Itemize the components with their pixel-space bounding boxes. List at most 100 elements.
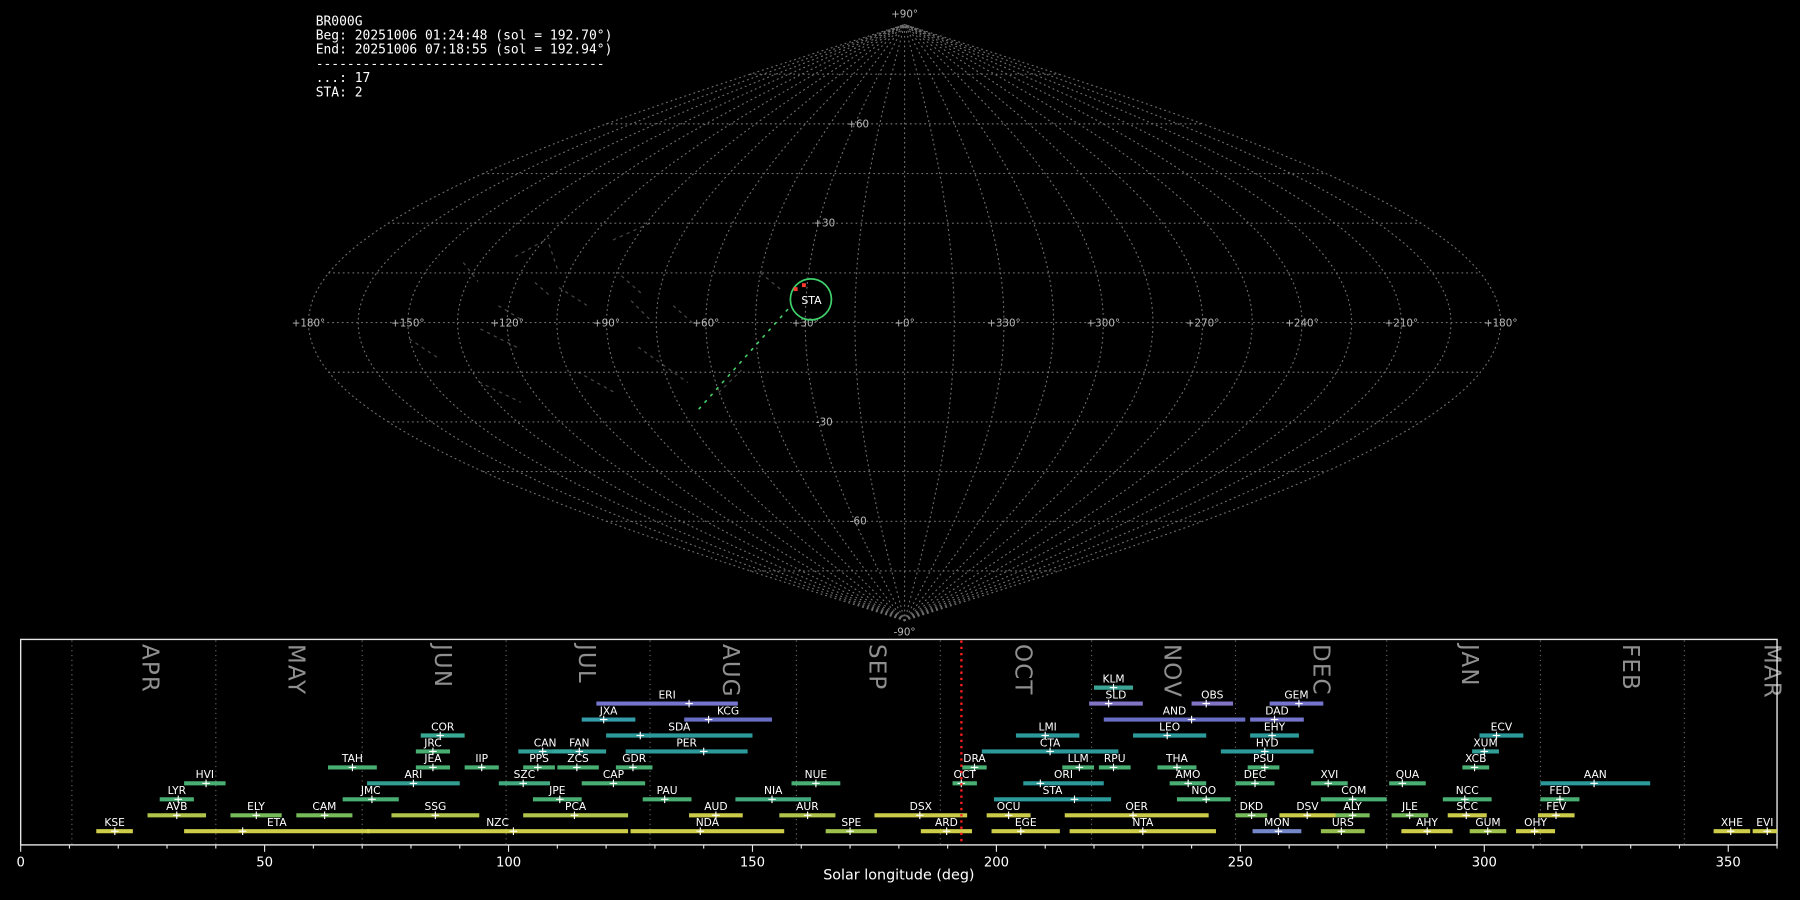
meteor-trail — [479, 382, 520, 402]
shower-label: AUD — [704, 800, 727, 813]
shower-label: SSG — [424, 800, 446, 813]
shower-label: EHY — [1264, 720, 1286, 733]
lat-label: -60 — [850, 516, 867, 528]
shower-label: PCA — [565, 800, 587, 813]
shower-label: NTA — [1132, 816, 1154, 829]
meteor-trail — [761, 273, 781, 290]
shower-XHE: XHE — [1714, 816, 1751, 835]
shower-label: RPU — [1104, 752, 1126, 765]
shower-SPE: SPE — [826, 816, 877, 835]
meteor-trail — [559, 288, 587, 306]
shower-label: OER — [1125, 800, 1148, 813]
observation-info-block: BR000G Beg: 20251006 01:24:48 (sol = 192… — [316, 14, 613, 100]
month-label: SEP — [863, 644, 889, 690]
lon-label: +0° — [894, 317, 914, 329]
x-axis-label: Solar longitude (deg) — [823, 867, 974, 883]
shower-label: DAD — [1265, 704, 1289, 717]
shower-label: AMO — [1175, 768, 1200, 781]
shower-label: PSU — [1253, 752, 1274, 765]
meteor-trail — [464, 263, 478, 281]
sky-map: +180°+150°+120°+90°+60°+30°+0°+330°+300°… — [292, 9, 1518, 639]
shower-SLD: SLD — [1089, 688, 1143, 707]
shower-label: GDR — [622, 752, 646, 765]
shower-label: JEA — [423, 752, 442, 765]
shower-label: KCG — [717, 704, 739, 717]
shower-label: LLM — [1068, 752, 1089, 765]
shower-label: KSE — [104, 816, 125, 829]
obs-begin-line: Beg: 20251006 01:24:48 (sol = 192.70°) — [316, 28, 613, 43]
lon-label: +90° — [593, 317, 620, 329]
shower-label: PAU — [657, 784, 678, 797]
month-label: MAY — [283, 644, 309, 695]
shower-label: CTA — [1040, 736, 1061, 749]
shower-DKD: DKD — [1235, 800, 1267, 819]
meteor-trail — [481, 329, 517, 347]
shower-label: AND — [1163, 704, 1186, 717]
activity-chart: Solar longitude (deg) APRMAYJUNJULAUGSEP… — [16, 639, 1784, 883]
station-id: BR000G — [316, 14, 363, 29]
shower-OBS: OBS — [1192, 688, 1233, 707]
sporadic-trails — [410, 222, 781, 402]
shower-label: FED — [1549, 784, 1570, 797]
shower-label: ELY — [247, 800, 265, 813]
obs-end-line: End: 20251006 07:18:55 (sol = 192.94°) — [316, 43, 613, 58]
shower-label: SCC — [1456, 800, 1478, 813]
shower-label: LEO — [1159, 720, 1180, 733]
month-label: JAN — [1456, 642, 1482, 687]
shower-label: TAH — [341, 752, 363, 765]
shower-label: QUA — [1396, 768, 1420, 781]
shower-label: LMI — [1039, 720, 1057, 733]
shower-label: NZC — [486, 816, 509, 829]
shower-CTA: CTA — [982, 736, 1119, 755]
shower-EGE: EGE — [992, 816, 1060, 835]
tick-label: 50 — [256, 856, 273, 871]
tick-label: 0 — [16, 856, 24, 871]
shower-NDA: NDA — [631, 816, 785, 835]
shower-label: XHE — [1721, 816, 1743, 829]
shower-label: OBS — [1201, 688, 1224, 701]
shower-label: NOO — [1191, 784, 1216, 797]
shower-TAH: TAH — [328, 752, 377, 771]
lon-label: +240° — [1285, 317, 1319, 329]
meteor-trail — [719, 371, 741, 393]
north-pole-label: +90° — [891, 9, 918, 21]
shower-MON: MON — [1253, 816, 1302, 835]
shower-bars: KLMERISLDOBSGEMJXAKCGANDDADCORSDALMILEOE… — [96, 672, 1777, 835]
tick-label: 350 — [1716, 856, 1741, 871]
meteor-station-figure: BR000G Beg: 20251006 01:24:48 (sol = 192… — [0, 0, 1800, 900]
shower-label: PPS — [529, 752, 549, 765]
shower-OHY: OHY — [1516, 816, 1555, 835]
meteor-trail — [613, 222, 653, 240]
shower-NTA: NTA — [1070, 816, 1216, 835]
shower-label: SDA — [668, 720, 691, 733]
shower-label: CAP — [603, 768, 625, 781]
tick-label: 100 — [496, 856, 521, 871]
shower-label: FAN — [569, 736, 589, 749]
shower-URS: URS — [1321, 816, 1365, 835]
shower-label: FEV — [1546, 800, 1567, 813]
shower-OCT: OCT — [953, 768, 977, 787]
month-label: FEB — [1617, 644, 1643, 691]
shower-label: PER — [676, 736, 697, 749]
lon-label: +120° — [490, 317, 524, 329]
shower-label: EVI — [1756, 816, 1773, 829]
shower-label: ZCS — [567, 752, 589, 765]
shower-label: ORI — [1054, 768, 1073, 781]
shower-NZC: NZC — [367, 816, 628, 835]
shower-ARI: ARI — [367, 768, 460, 787]
shower-label: DKD — [1240, 800, 1263, 813]
radiant-point — [802, 283, 806, 287]
shower-QUA: QUA — [1389, 768, 1426, 787]
lon-label: +150° — [391, 317, 425, 329]
sporadic-count: ...: 17 — [316, 71, 371, 86]
separator-line: ------------------------------------- — [316, 57, 605, 72]
shower-label: AUR — [796, 800, 819, 813]
lat-label: +30 — [813, 218, 835, 230]
south-pole-label: -90° — [894, 627, 916, 639]
shower-label: ARD — [935, 816, 958, 829]
lon-label: +210° — [1385, 317, 1419, 329]
shower-label: GEM — [1284, 688, 1308, 701]
month-label: JUN — [429, 642, 455, 688]
shower-label: JXA — [599, 704, 618, 717]
shower-label: THA — [1165, 752, 1189, 765]
